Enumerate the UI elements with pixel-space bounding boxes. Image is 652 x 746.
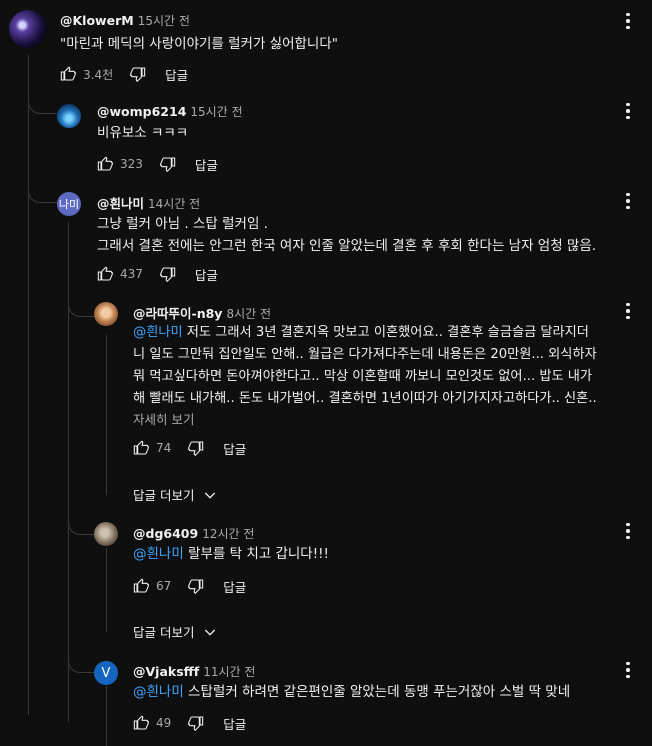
reply-button[interactable]: 답글: [165, 65, 188, 84]
more-vert-icon[interactable]: [618, 659, 638, 681]
comment-actions: 67 답글: [132, 576, 246, 596]
reply-button[interactable]: 답글: [195, 265, 218, 284]
chevron-down-icon: [205, 629, 216, 636]
comment-text-line: 뭐 먹고싶다하면 돈아껴야한다고.. 막상 이혼할때 까보니 모인것도 없어..…: [133, 369, 593, 384]
comment-actions: 3.4천 답글: [59, 64, 188, 84]
comment-time[interactable]: 15시간 전: [138, 14, 190, 28]
thumb-down-icon[interactable]: [187, 439, 205, 457]
comment-time[interactable]: 14시간 전: [148, 197, 200, 211]
like-count: 3.4천: [83, 67, 114, 82]
thumb-down-icon[interactable]: [129, 65, 147, 83]
comment-text-segment: 저도 그래서 3년 결혼지옥 맛보고 이혼했어요.. 결혼후 슬금슬금 달라지더: [182, 325, 589, 340]
comment-author[interactable]: @흰나미 14시간 전: [97, 193, 200, 212]
thread-connector: [68, 508, 95, 535]
more-vert-icon[interactable]: [618, 100, 638, 122]
author-name[interactable]: @KlowerM: [60, 13, 134, 28]
more-replies-label: 답글 더보기: [133, 488, 195, 503]
thumb-up-icon[interactable]: [132, 577, 150, 595]
mention-link[interactable]: @흰나미: [133, 684, 184, 700]
reply-button[interactable]: 답글: [195, 155, 218, 174]
thumb-down-icon[interactable]: [187, 714, 205, 732]
author-name[interactable]: @womp6214: [97, 104, 186, 119]
comment-author[interactable]: @womp6214 15시간 전: [97, 103, 243, 120]
comment-time[interactable]: 15시간 전: [190, 105, 242, 119]
comment-actions: 49 답글: [132, 713, 246, 733]
thumb-down-icon[interactable]: [159, 265, 177, 283]
reply-button[interactable]: 답글: [223, 439, 246, 458]
more-vert-icon[interactable]: [618, 520, 638, 542]
like-count: 74: [156, 441, 172, 455]
avatar[interactable]: [57, 104, 81, 128]
thumb-up-icon[interactable]: [59, 65, 77, 83]
comment-text-line: 그냥 럴커 아님 . 스탑 럴커임 .: [97, 216, 268, 232]
more-vert-icon[interactable]: [618, 190, 638, 212]
comment-text-line: 그래서 결혼 전에는 안그런 한국 여자 인줄 알았는데 결혼 후 후회 한다는…: [97, 238, 597, 254]
more-replies-button[interactable]: 답글 더보기: [133, 622, 218, 641]
avatar[interactable]: V: [94, 661, 118, 685]
comment-text: @흰나미 랄부를 탁 치고 갑니다!!!: [133, 543, 329, 565]
more-vert-icon[interactable]: [618, 10, 638, 32]
thread-line: [106, 686, 107, 746]
avatar[interactable]: [94, 522, 118, 546]
comment-text: @흰나미 스탑럴커 하려면 같은편인줄 알았는데 동맹 푸는거잖아 스벌 딱 맞…: [133, 681, 570, 703]
thumb-up-icon[interactable]: [132, 714, 150, 732]
like-count: 49: [156, 716, 172, 730]
thread-connector: [68, 290, 95, 317]
thumb-up-icon[interactable]: [96, 265, 114, 283]
thumb-down-icon[interactable]: [159, 155, 177, 173]
comment-text: @흰나미 저도 그래서 3년 결혼지옥 맛보고 이혼했어요.. 결혼후 슬금슬금…: [133, 322, 645, 410]
comment-text: 그냥 럴커 아님 . 스탑 럴커임 . 그래서 결혼 전에는 안그런 한국 여자…: [97, 213, 642, 257]
comment-author[interactable]: @dg6409 12시간 전: [133, 525, 254, 542]
comment-actions: 74 답글: [132, 438, 246, 458]
more-replies-label: 답글 더보기: [133, 625, 195, 640]
avatar[interactable]: [94, 302, 118, 326]
author-name[interactable]: @Vjaksfff: [133, 664, 199, 679]
comment-actions: 437 답글: [96, 264, 218, 284]
comment-author[interactable]: @Vjaksfff 11시간 전: [133, 663, 255, 680]
reply-button[interactable]: 답글: [223, 714, 246, 733]
comment-actions: 323 답글: [96, 154, 218, 174]
comment-text-line: 니 일도 그만둬 집안일도 안해.. 월급은 다가져다주는데 내용돈은 20만원…: [133, 347, 597, 362]
author-name[interactable]: @dg6409: [133, 526, 198, 541]
thread-connector: [68, 646, 95, 673]
comment-text-segment: 스탑럴커 하려면 같은편인줄 알았는데 동맹 푸는거잖아 스벌 딱 맞네: [183, 684, 571, 700]
mention-link[interactable]: @흰나미: [133, 325, 183, 340]
avatar[interactable]: [9, 10, 47, 48]
thumb-up-icon[interactable]: [96, 155, 114, 173]
thumb-up-icon[interactable]: [132, 439, 150, 457]
comment-author[interactable]: @라따뚜이-n8y 8시간 전: [133, 303, 271, 322]
comment-text-segment: 랄부를 탁 치고 갑니다!!!: [183, 546, 329, 562]
read-more-button[interactable]: 자세히 보기: [133, 409, 194, 428]
thread-line: [106, 548, 107, 632]
comment-time[interactable]: 8시간 전: [226, 307, 271, 321]
like-count: 437: [120, 267, 143, 281]
comment-text: "마린과 메딕의 사랑이야기를 럴커가 싫어합니다": [60, 36, 338, 52]
comment-text-line: 해 빨래도 내가해.. 돈도 내가벌어.. 결혼하면 1년이따가 아기가지자고하…: [133, 391, 597, 406]
comment-author[interactable]: @KlowerM 15시간 전: [60, 12, 190, 29]
thread-connector: [28, 85, 57, 114]
author-name[interactable]: @흰나미: [97, 196, 144, 211]
comment-text-line: @흰나미 저도 그래서 3년 결혼지옥 맛보고 이혼했어요.. 결혼후 슬금슬금…: [133, 322, 645, 344]
thumb-down-icon[interactable]: [187, 577, 205, 595]
author-name[interactable]: @라따뚜이-n8y: [133, 306, 222, 321]
comment-time[interactable]: 12시간 전: [202, 527, 254, 541]
thread-connector: [28, 170, 57, 203]
like-count: 323: [120, 157, 143, 171]
more-vert-icon[interactable]: [618, 300, 638, 322]
more-replies-button[interactable]: 답글 더보기: [133, 485, 218, 504]
thread-line: [106, 335, 107, 495]
comment-text: 비유보소 ㅋㅋㅋ: [97, 125, 189, 141]
avatar[interactable]: 나미: [57, 192, 81, 216]
mention-link[interactable]: @흰나미: [133, 546, 184, 562]
thread-line: [28, 55, 29, 715]
reply-button[interactable]: 답글: [223, 577, 246, 596]
like-count: 67: [156, 579, 172, 593]
comment-time[interactable]: 11시간 전: [203, 665, 255, 679]
chevron-down-icon: [205, 492, 216, 499]
